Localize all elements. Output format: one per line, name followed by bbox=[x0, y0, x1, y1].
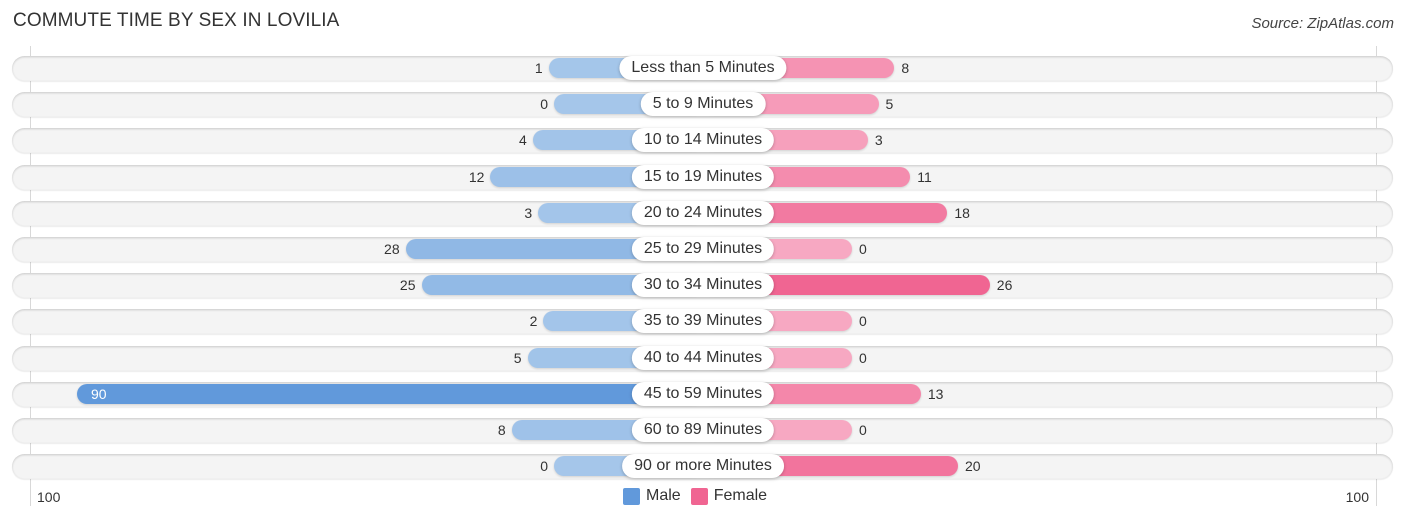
value-label-female: 3 bbox=[874, 132, 883, 148]
legend-swatch-female bbox=[690, 487, 708, 505]
value-label-male: 90 bbox=[91, 386, 107, 402]
legend-item-male[interactable]: Male bbox=[623, 487, 681, 505]
diverging-bar-chart: Less than 5 Minutes 1 8 5 to 9 Minutes 0 5 10 … bbox=[0, 0, 1406, 523]
category-label: 60 to 89 Minutes bbox=[631, 418, 775, 442]
category-label: 25 to 29 Minutes bbox=[631, 237, 775, 261]
value-label-female: 0 bbox=[859, 350, 867, 366]
value-label-female: 13 bbox=[927, 386, 944, 402]
legend: Male Female bbox=[623, 487, 777, 505]
value-label-female: 0 bbox=[859, 241, 867, 257]
category-label: 30 to 34 Minutes bbox=[631, 273, 775, 297]
value-label-female: 5 bbox=[885, 96, 894, 112]
category-label: 15 to 19 Minutes bbox=[631, 165, 775, 189]
category-label: 10 to 14 Minutes bbox=[631, 128, 775, 152]
value-label-male: 5 bbox=[513, 350, 522, 366]
legend-swatch-male bbox=[623, 487, 640, 505]
value-label-male: 28 bbox=[384, 241, 400, 257]
legend-label-female: Female bbox=[713, 487, 768, 504]
value-label-male: 1 bbox=[534, 60, 543, 76]
value-label-male: 12 bbox=[468, 169, 485, 185]
value-label-male: 8 bbox=[497, 422, 506, 438]
value-label-female: 26 bbox=[996, 277, 1013, 293]
value-label-female: 0 bbox=[859, 422, 867, 438]
legend-label-male: Male bbox=[646, 487, 681, 504]
legend-item-female[interactable]: Female bbox=[690, 487, 768, 505]
value-label-female: 8 bbox=[901, 60, 910, 76]
value-label-male: 4 bbox=[519, 132, 527, 148]
category-label: 45 to 59 Minutes bbox=[631, 382, 775, 406]
value-label-female: 18 bbox=[954, 205, 970, 221]
category-label: 90 or more Minutes bbox=[622, 454, 784, 478]
axis-tick-right: 100 bbox=[1345, 489, 1369, 505]
value-label-female: 11 bbox=[917, 169, 932, 185]
value-label-male: 25 bbox=[399, 277, 416, 293]
value-label-male: 3 bbox=[524, 205, 533, 221]
axis-tick-left: 100 bbox=[37, 489, 61, 505]
value-label-male: 2 bbox=[529, 313, 538, 329]
category-label: Less than 5 Minutes bbox=[619, 56, 787, 80]
category-label: 40 to 44 Minutes bbox=[631, 346, 775, 370]
value-label-female: 0 bbox=[859, 313, 867, 329]
value-label-male: 0 bbox=[540, 96, 548, 112]
value-label-male: 0 bbox=[540, 458, 548, 474]
value-label-female: 20 bbox=[965, 458, 981, 474]
bar-male[interactable] bbox=[77, 384, 703, 404]
category-label: 5 to 9 Minutes bbox=[640, 92, 766, 116]
category-label: 20 to 24 Minutes bbox=[631, 201, 775, 225]
category-label: 35 to 39 Minutes bbox=[631, 309, 775, 333]
